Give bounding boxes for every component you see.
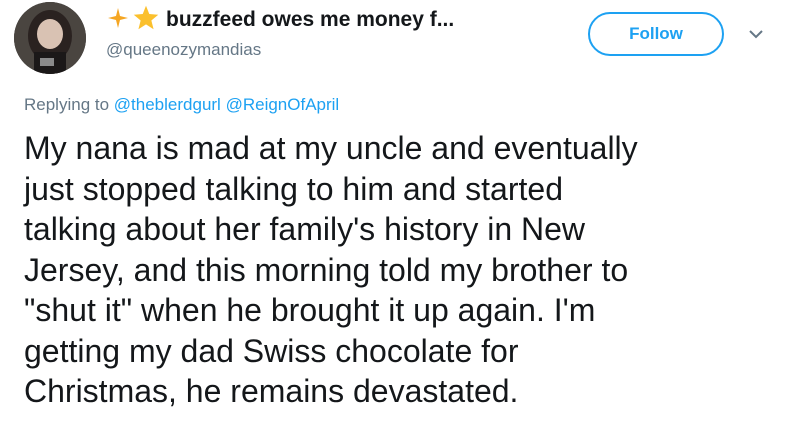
tweet-line: Christmas, he remains devastated. [24, 373, 519, 409]
tweet-line: My nana is mad at my uncle and eventuall… [24, 130, 638, 166]
tweet-line: Jersey, and this morning told my brother… [24, 251, 629, 288]
tweet-line: getting my dad Swiss chocolate for [24, 332, 519, 369]
replying-to-label: Replying to [24, 95, 110, 114]
sparkle-icon [106, 6, 130, 35]
star-icon [132, 4, 160, 37]
replying-to: Replying to @theblerdgurl @ReignOfApril [24, 95, 339, 115]
mention-link[interactable]: @ReignOfApril [226, 95, 340, 114]
avatar[interactable] [14, 2, 86, 74]
mention-link[interactable]: @theblerdgurl [114, 95, 221, 114]
chevron-down-icon[interactable] [748, 28, 764, 40]
tweet-line: just stopped talking to him and started [24, 170, 563, 207]
tweet-text: My nana is mad at my uncle and eventuall… [24, 128, 794, 412]
name-row: buzzfeed owes me money f... [106, 5, 454, 35]
tweet-line: talking about her family's history in Ne… [24, 211, 586, 247]
tweet-line: "shut it" when he brought it up again. I… [24, 292, 596, 328]
follow-button[interactable]: Follow [588, 12, 724, 56]
display-name[interactable]: buzzfeed owes me money f... [166, 8, 454, 32]
user-handle[interactable]: @queenozymandias [106, 40, 261, 60]
